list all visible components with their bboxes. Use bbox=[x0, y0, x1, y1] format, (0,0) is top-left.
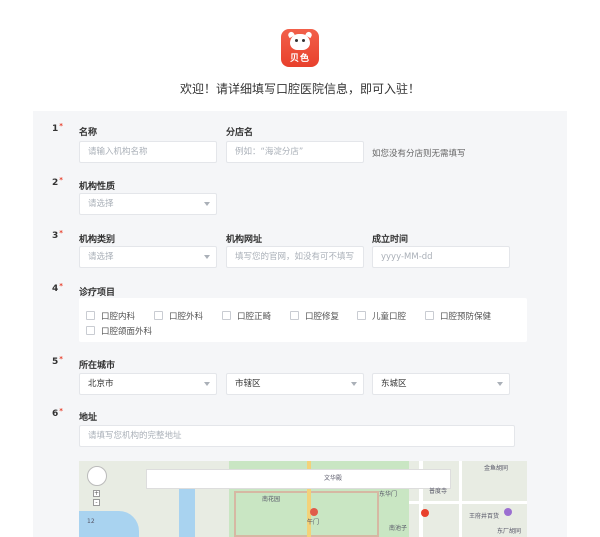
nature-select-value: 请选择 bbox=[88, 199, 114, 209]
zoom-in-button[interactable]: + bbox=[93, 490, 100, 497]
category-select[interactable]: 请选择 bbox=[79, 246, 217, 268]
service-checkbox[interactable]: 口腔内科 bbox=[86, 310, 135, 322]
map-pin-icon bbox=[310, 508, 318, 516]
map-road bbox=[409, 501, 527, 504]
map-poi: 王府井百货 bbox=[469, 513, 500, 520]
name-input[interactable]: 请输入机构名称 bbox=[79, 141, 217, 163]
map-search-input[interactable] bbox=[146, 469, 451, 489]
services-label: 诊疗项目 bbox=[79, 288, 116, 298]
website-input[interactable]: 填写您的官网，如没有可不填写 bbox=[226, 246, 364, 268]
map-poi: 文华殿 bbox=[324, 475, 343, 482]
district-select-value: 市辖区 bbox=[235, 379, 261, 389]
chevron-down-icon bbox=[351, 382, 357, 386]
map-poi: 南花园 bbox=[262, 496, 281, 503]
row-number-5: 5* bbox=[52, 355, 63, 367]
chevron-down-icon bbox=[204, 202, 210, 206]
service-checkbox[interactable]: 口腔外科 bbox=[154, 310, 203, 322]
name-label: 名称 bbox=[79, 128, 98, 138]
chevron-down-icon bbox=[204, 255, 210, 259]
checkbox-icon bbox=[86, 311, 95, 320]
district-select[interactable]: 市辖区 bbox=[226, 373, 364, 395]
website-label: 机构网址 bbox=[226, 235, 263, 245]
logo-brand-text: 贝色 bbox=[289, 54, 310, 64]
category-label: 机构类别 bbox=[79, 235, 116, 245]
category-select-value: 请选择 bbox=[88, 252, 114, 262]
map-poi: 东华门 bbox=[379, 491, 398, 498]
branch-input[interactable]: 例如：“海淀分店” bbox=[226, 141, 364, 163]
welcome-title: 欢迎！请详细填写口腔医院信息，即可入驻！ bbox=[179, 82, 420, 96]
service-checkbox[interactable]: 口腔正畸 bbox=[222, 310, 271, 322]
map-scale: 12 bbox=[87, 518, 95, 525]
city-select[interactable]: 北京市 bbox=[79, 373, 217, 395]
service-checkbox[interactable]: 口腔修复 bbox=[290, 310, 339, 322]
checkbox-icon bbox=[154, 311, 163, 320]
checkbox-icon bbox=[425, 311, 434, 320]
founded-label: 成立时间 bbox=[372, 235, 409, 245]
founded-date-input[interactable]: yyyy-MM-dd bbox=[372, 246, 510, 268]
checkbox-icon bbox=[357, 311, 366, 320]
map-poi: 南池子 bbox=[389, 525, 408, 532]
zoom-out-button[interactable]: - bbox=[93, 499, 100, 506]
app-logo: 贝色 bbox=[281, 29, 319, 67]
row-number-3: 3* bbox=[52, 229, 63, 241]
map-pan-control[interactable] bbox=[87, 466, 107, 486]
map-water bbox=[179, 481, 195, 537]
map-road bbox=[459, 461, 462, 537]
city-label: 所在城市 bbox=[79, 361, 116, 371]
service-checkbox[interactable]: 儿童口腔 bbox=[357, 310, 406, 322]
service-checkbox[interactable]: 口腔预防保健 bbox=[425, 310, 491, 322]
checkbox-icon bbox=[86, 326, 95, 335]
map-pin-icon bbox=[421, 509, 429, 517]
checkbox-icon bbox=[290, 311, 299, 320]
row-number-2: 2* bbox=[52, 176, 63, 188]
area-select[interactable]: 东城区 bbox=[372, 373, 510, 395]
branch-label: 分店名 bbox=[226, 128, 254, 138]
row-number-1: 1* bbox=[52, 122, 63, 134]
chevron-down-icon bbox=[497, 382, 503, 386]
map-poi: 东厂胡同 bbox=[497, 528, 522, 535]
area-select-value: 东城区 bbox=[381, 379, 407, 389]
map-poi: 普度寺 bbox=[429, 488, 448, 495]
chevron-down-icon bbox=[204, 382, 210, 386]
nature-select[interactable]: 请选择 bbox=[79, 193, 217, 215]
branch-hint: 如您没有分店则无需填写 bbox=[372, 149, 466, 159]
row-number-6: 6* bbox=[52, 407, 63, 419]
map-poi: 金鱼胡同 bbox=[484, 465, 509, 472]
address-label: 地址 bbox=[79, 413, 98, 423]
row-number-4: 4* bbox=[52, 282, 63, 294]
map-poi: 午门 bbox=[307, 519, 320, 526]
city-select-value: 北京市 bbox=[88, 379, 114, 389]
location-map[interactable]: + - 12 金鱼胡同 南花园 文华殿 东华门 午门 南池子 普度寺 王府井百货… bbox=[79, 461, 527, 537]
map-pin-icon bbox=[504, 508, 512, 516]
cow-icon bbox=[290, 34, 310, 50]
service-checkbox[interactable]: 口腔颌面外科 bbox=[86, 325, 152, 337]
nature-label: 机构性质 bbox=[79, 182, 116, 192]
checkbox-icon bbox=[222, 311, 231, 320]
address-input[interactable]: 请填写您机构的完整地址 bbox=[79, 425, 515, 447]
